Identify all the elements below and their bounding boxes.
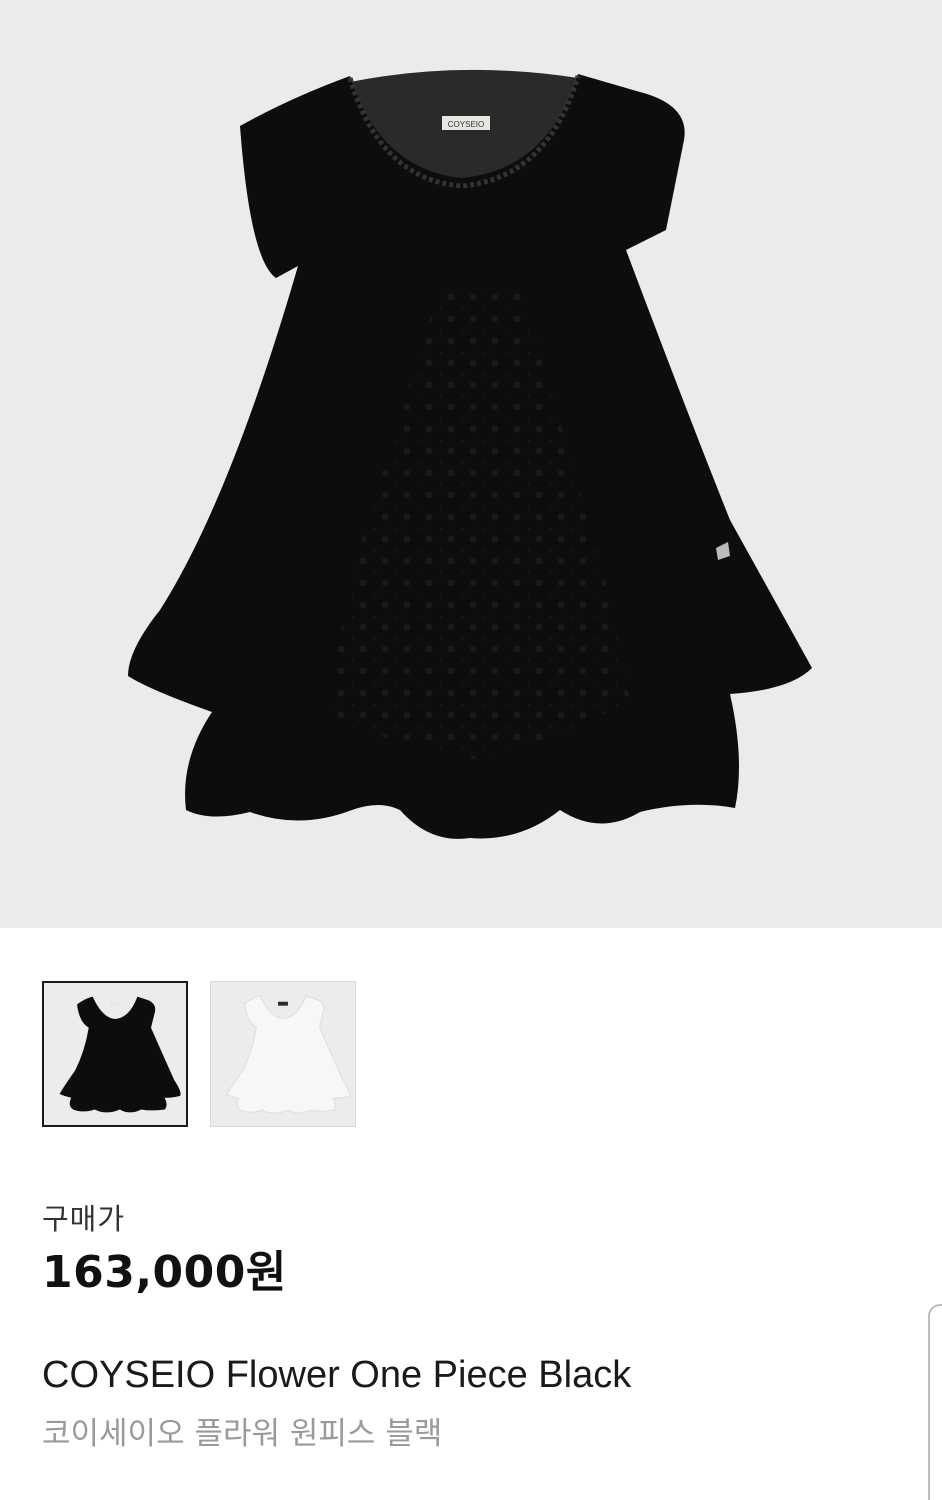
dress-image-black: COYSEIO: [128, 69, 812, 839]
bottom-sheet-handle[interactable]: [928, 1304, 942, 1500]
price-label: 구매가: [42, 1202, 126, 1236]
product-name-korean: 코이세이오 플라워 원피스 블랙: [42, 1416, 443, 1452]
product-name-english: COYSEIO Flower One Piece Black: [42, 1354, 632, 1396]
dress-thumbnail-white: [226, 995, 350, 1114]
brand-tag: COYSEIO: [448, 120, 484, 129]
thumbnail-black[interactable]: [42, 981, 188, 1127]
product-main-image[interactable]: COYSEIO: [0, 0, 942, 928]
price-value: 163,000원: [42, 1247, 287, 1298]
dress-thumbnail-black: [59, 996, 181, 1113]
thumbnail-white[interactable]: [210, 981, 356, 1127]
thumbnail-list: [42, 981, 356, 1127]
